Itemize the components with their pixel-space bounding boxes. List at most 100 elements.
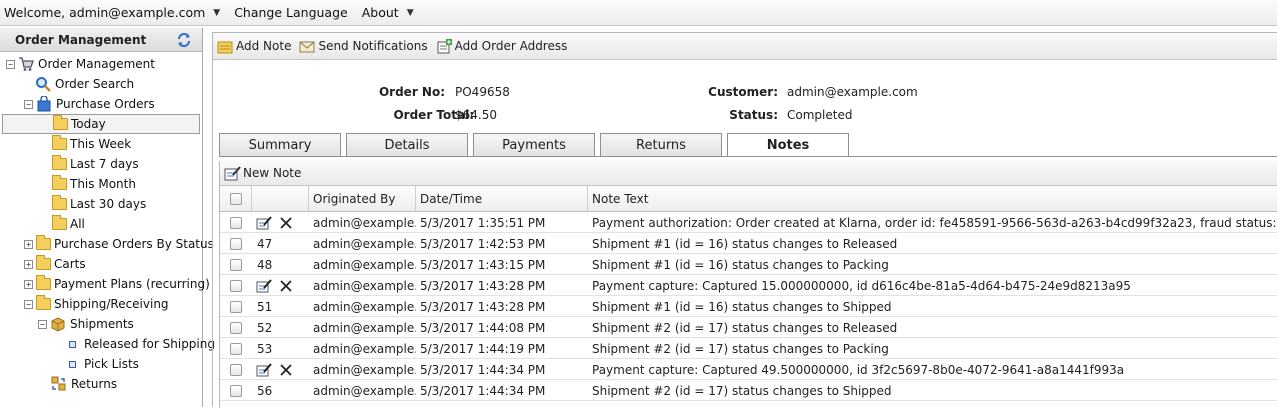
row-checkbox[interactable] [230, 216, 242, 229]
expand-icon[interactable]: + [24, 239, 33, 249]
row-select-cell [220, 212, 252, 233]
collapse-icon[interactable]: − [6, 59, 15, 69]
edit-note-icon[interactable] [256, 278, 272, 293]
tree-item-purchase-orders[interactable]: − Purchase Orders [24, 94, 155, 114]
status-value: Completed [787, 108, 853, 122]
row-checkbox[interactable] [230, 237, 242, 250]
cart-icon [19, 57, 34, 71]
about-menu[interactable]: About ▼ [362, 5, 414, 20]
welcome-label: Welcome, admin@example.com [4, 5, 206, 20]
tree-item-po-by-status[interactable]: + Purchase Orders By Status [24, 234, 214, 254]
collapse-icon[interactable]: − [24, 299, 33, 309]
add-note-label: Add Note [236, 39, 292, 53]
tree-item-label: Shipping/Receiving [54, 297, 169, 311]
tree-item-label: Returns [71, 377, 118, 391]
row-checkbox[interactable] [230, 342, 242, 355]
row-checkbox[interactable] [230, 321, 242, 334]
edit-note-icon[interactable] [256, 215, 272, 230]
tree-item-order-management[interactable]: − Order Management [6, 54, 155, 74]
table-row[interactable]: 52 admin@example... 5/3/2017 1:44:08 PM Shi… [220, 317, 1277, 338]
table-row[interactable]: admin@example... 5/3/2017 1:35:51 PM Payme… [220, 212, 1277, 233]
column-header-date-time[interactable]: Date/Time [416, 186, 588, 212]
order-no-value: PO49658 [455, 85, 510, 99]
change-language-menu[interactable]: Change Language [234, 5, 348, 20]
row-checkbox[interactable] [230, 258, 242, 271]
id-column-header [252, 186, 309, 212]
send-notifications-label: Send Notifications [318, 39, 428, 53]
table-row[interactable]: 47 admin@example... 5/3/2017 1:42:53 PM Shi… [220, 233, 1277, 254]
tree-item-shipments[interactable]: − Shipments [38, 314, 134, 334]
collapse-icon[interactable]: − [24, 99, 33, 109]
row-select-cell [220, 338, 252, 359]
tab-returns[interactable]: Returns [600, 133, 722, 156]
table-row[interactable]: 56 admin@example... 5/3/2017 1:44:34 PM Shi… [220, 380, 1277, 401]
add-note-button[interactable]: Add Note [217, 39, 291, 54]
expand-icon[interactable]: + [24, 279, 33, 289]
tree-item-all[interactable]: All [52, 214, 85, 234]
note-text-cell: Payment capture: Captured 15.000000000, … [592, 278, 1131, 293]
note-id-cell: 56 [257, 383, 273, 398]
chevron-down-icon: ▼ [406, 7, 414, 18]
tree-item-label: Carts [54, 257, 86, 271]
add-order-address-label: Add Order Address [454, 39, 568, 53]
row-checkbox[interactable] [230, 279, 242, 292]
tree-item-released-for-shipping[interactable]: Released for Shipping [69, 334, 215, 354]
column-header-note-text[interactable]: Note Text [588, 186, 1277, 212]
tab-notes[interactable]: Notes [727, 133, 849, 157]
tab-details[interactable]: Details [346, 133, 468, 156]
send-notifications-button[interactable]: Send Notifications [299, 39, 428, 54]
select-all-checkbox[interactable] [229, 193, 242, 205]
change-language-label: Change Language [234, 5, 348, 20]
tab-summary[interactable]: Summary [219, 133, 341, 156]
tree-item-shipping-receiving[interactable]: − Shipping/Receiving [24, 294, 169, 314]
new-note-button[interactable]: New Note [224, 165, 301, 181]
note-id-cell: 52 [257, 320, 273, 335]
bullet-icon [69, 360, 76, 368]
tree-item-today[interactable]: Today [2, 114, 200, 134]
collapse-icon[interactable]: − [38, 319, 47, 329]
tree-item-last-7-days[interactable]: Last 7 days [52, 154, 139, 174]
table-row[interactable]: 53 admin@example... 5/3/2017 1:44:19 PM Shi… [220, 338, 1277, 359]
delete-note-icon[interactable] [280, 216, 292, 229]
order-detail-panel: Add Note Send Notifications Add Order Ad… [212, 32, 1277, 408]
table-row[interactable]: 51 admin@example... 5/3/2017 1:43:28 PM Shi… [220, 296, 1277, 317]
row-checkbox[interactable] [230, 384, 242, 397]
notes-panel: New Note Originated By Date/Time Note Te… [219, 161, 1277, 408]
tree-item-order-search[interactable]: Order Search [35, 74, 134, 94]
tree-item-carts[interactable]: + Carts [24, 254, 86, 274]
notes-grid-header: Originated By Date/Time Note Text [220, 186, 1277, 212]
refresh-icon[interactable] [176, 32, 192, 48]
table-row[interactable]: admin@example... 5/3/2017 1:44:34 PM Payme… [220, 359, 1277, 380]
table-row[interactable]: admin@example... 5/3/2017 1:43:28 PM Payme… [220, 275, 1277, 296]
note-id-cell: 48 [257, 257, 273, 272]
tree-item-last-30-days[interactable]: Last 30 days [52, 194, 146, 214]
customer-value: admin@example.com [787, 85, 918, 99]
folder-icon [36, 255, 51, 270]
row-checkbox[interactable] [230, 363, 242, 376]
table-row[interactable]: 48 admin@example... 5/3/2017 1:43:15 PM Shi… [220, 254, 1277, 275]
tree-item-label: Last 30 days [70, 197, 147, 211]
row-checkbox[interactable] [230, 300, 242, 313]
column-header-originated-by[interactable]: Originated By [309, 186, 416, 212]
note-icon [217, 41, 233, 53]
tree-item-label: Payment Plans (recurring) [54, 277, 210, 291]
delete-note-icon[interactable] [280, 279, 292, 292]
tree-item-this-week[interactable]: This Week [52, 134, 131, 154]
add-order-address-button[interactable]: Add Order Address [436, 38, 568, 54]
folder-icon [52, 155, 67, 170]
welcome-menu[interactable]: Welcome, admin@example.com ▼ [4, 5, 220, 20]
folder-icon [52, 175, 67, 190]
tree-item-returns[interactable]: Returns [51, 374, 117, 394]
expand-icon[interactable]: + [24, 259, 33, 269]
tab-payments[interactable]: Payments [473, 133, 595, 156]
package-icon [51, 317, 65, 332]
tree-item-this-month[interactable]: This Month [52, 174, 136, 194]
tree-item-pick-lists[interactable]: Pick Lists [69, 354, 139, 374]
row-actions-cell [256, 359, 309, 380]
row-actions-cell [256, 212, 309, 233]
tree-item-label: Shipments [70, 317, 134, 331]
delete-note-icon[interactable] [280, 363, 292, 376]
tree-item-payment-plans[interactable]: + Payment Plans (recurring) [24, 274, 210, 294]
edit-note-icon[interactable] [256, 362, 272, 377]
top-menu-bar: Welcome, admin@example.com ▼ Change Lang… [0, 0, 1277, 26]
